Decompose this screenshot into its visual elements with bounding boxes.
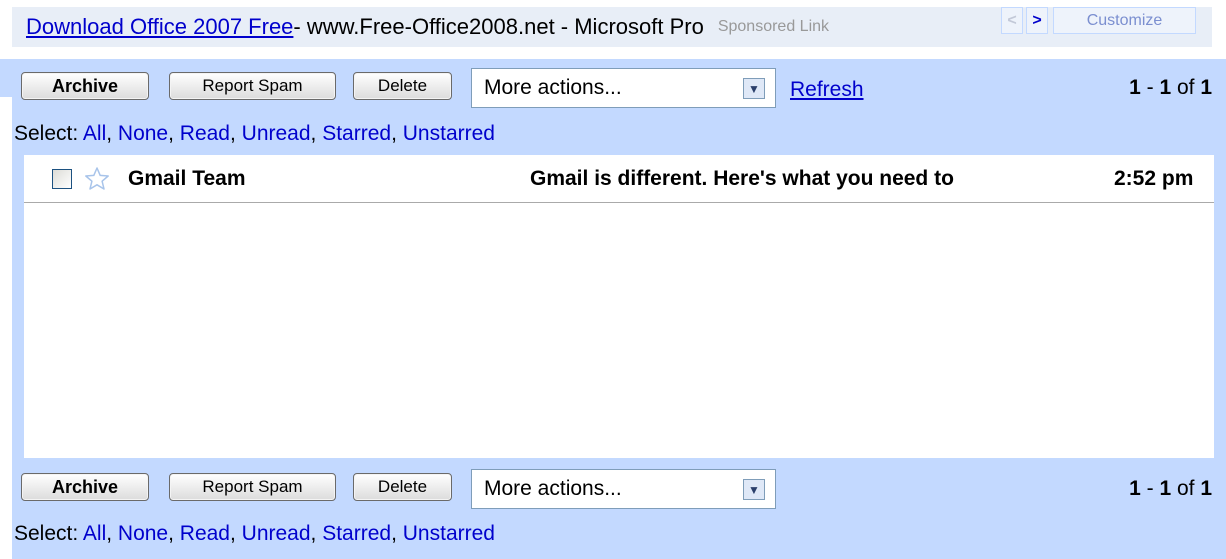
- ad-title-link[interactable]: Download Office 2007 Free: [26, 14, 293, 40]
- select-label: Select:: [14, 522, 83, 545]
- separator: ,: [391, 122, 403, 145]
- report-spam-button-top[interactable]: Report Spam: [169, 72, 336, 100]
- ad-next-button[interactable]: >: [1026, 7, 1048, 34]
- select-all-link[interactable]: All: [83, 122, 106, 145]
- chevron-down-icon[interactable]: ▼: [743, 479, 765, 500]
- chevron-down-icon[interactable]: ▼: [743, 78, 765, 99]
- select-all-link[interactable]: All: [83, 522, 106, 545]
- ad-previous-button[interactable]: <: [1001, 7, 1023, 34]
- select-unstarred-link[interactable]: Unstarred: [403, 122, 495, 145]
- separator: ,: [310, 122, 323, 145]
- select-row-top: Select: All, None, Read, Unread, Starred…: [14, 122, 495, 146]
- table-row[interactable]: Gmail Team Gmail is different. Here's wh…: [24, 155, 1214, 203]
- pager-of: of: [1171, 477, 1201, 500]
- more-actions-value: More actions...: [484, 477, 622, 500]
- pager-start: 1: [1129, 477, 1141, 500]
- more-actions-value: More actions...: [484, 76, 622, 99]
- more-actions-select-top[interactable]: More actions... ▼: [471, 68, 776, 108]
- separator: ,: [310, 522, 323, 545]
- checkbox-icon[interactable]: [52, 169, 72, 189]
- panel-tab-edge: [0, 59, 12, 97]
- delete-button-top[interactable]: Delete: [353, 72, 452, 100]
- select-read-link[interactable]: Read: [180, 122, 230, 145]
- pager-total: 1: [1200, 477, 1212, 500]
- refresh-link[interactable]: Refresh: [790, 78, 864, 102]
- separator: ,: [106, 522, 118, 545]
- pager-bottom: 1 - 1 of 1: [1129, 477, 1212, 501]
- pager-end: 1: [1159, 76, 1172, 99]
- select-label: Select:: [14, 122, 83, 145]
- sponsored-link-label: Sponsored Link: [717, 18, 830, 35]
- message-time: 2:52 pm: [1114, 167, 1194, 190]
- archive-button-bottom[interactable]: Archive: [21, 473, 149, 501]
- message-sender: Gmail Team: [128, 167, 246, 190]
- select-starred-link[interactable]: Starred: [322, 522, 391, 545]
- message-subject: Gmail is different. Here's what you need…: [530, 167, 954, 190]
- select-none-link[interactable]: None: [118, 522, 168, 545]
- separator: ,: [391, 522, 403, 545]
- select-starred-link[interactable]: Starred: [322, 122, 391, 145]
- chevron-right-icon: >: [1032, 11, 1042, 29]
- ad-customize-button[interactable]: Customize: [1053, 7, 1196, 34]
- separator: ,: [106, 122, 118, 145]
- pager-sep: -: [1140, 76, 1160, 99]
- select-none-link[interactable]: None: [118, 122, 168, 145]
- select-read-link[interactable]: Read: [180, 522, 230, 545]
- pager-top: 1 - 1 of 1: [1129, 76, 1212, 100]
- select-unstarred-link[interactable]: Unstarred: [403, 522, 495, 545]
- pager-sep: -: [1140, 477, 1160, 500]
- select-unread-link[interactable]: Unread: [242, 122, 311, 145]
- separator: ,: [168, 122, 180, 145]
- pager-total: 1: [1200, 76, 1212, 99]
- archive-button-top[interactable]: Archive: [21, 72, 149, 100]
- chevron-left-icon: <: [1007, 11, 1017, 29]
- ad-description: - www.Free-Office2008.net - Microsoft Pr…: [293, 14, 704, 39]
- select-unread-link[interactable]: Unread: [242, 522, 311, 545]
- pager-of: of: [1171, 76, 1201, 99]
- separator: ,: [229, 522, 242, 545]
- pager-start: 1: [1129, 76, 1141, 99]
- delete-button-bottom[interactable]: Delete: [353, 473, 452, 501]
- separator: ,: [229, 122, 242, 145]
- separator: ,: [168, 522, 180, 545]
- report-spam-button-bottom[interactable]: Report Spam: [169, 473, 336, 501]
- message-list: Gmail Team Gmail is different. Here's wh…: [24, 155, 1214, 458]
- more-actions-select-bottom[interactable]: More actions... ▼: [471, 469, 776, 509]
- pager-end: 1: [1159, 477, 1172, 500]
- select-row-bottom: Select: All, None, Read, Unread, Starred…: [14, 522, 495, 546]
- star-outline-icon[interactable]: [84, 166, 110, 192]
